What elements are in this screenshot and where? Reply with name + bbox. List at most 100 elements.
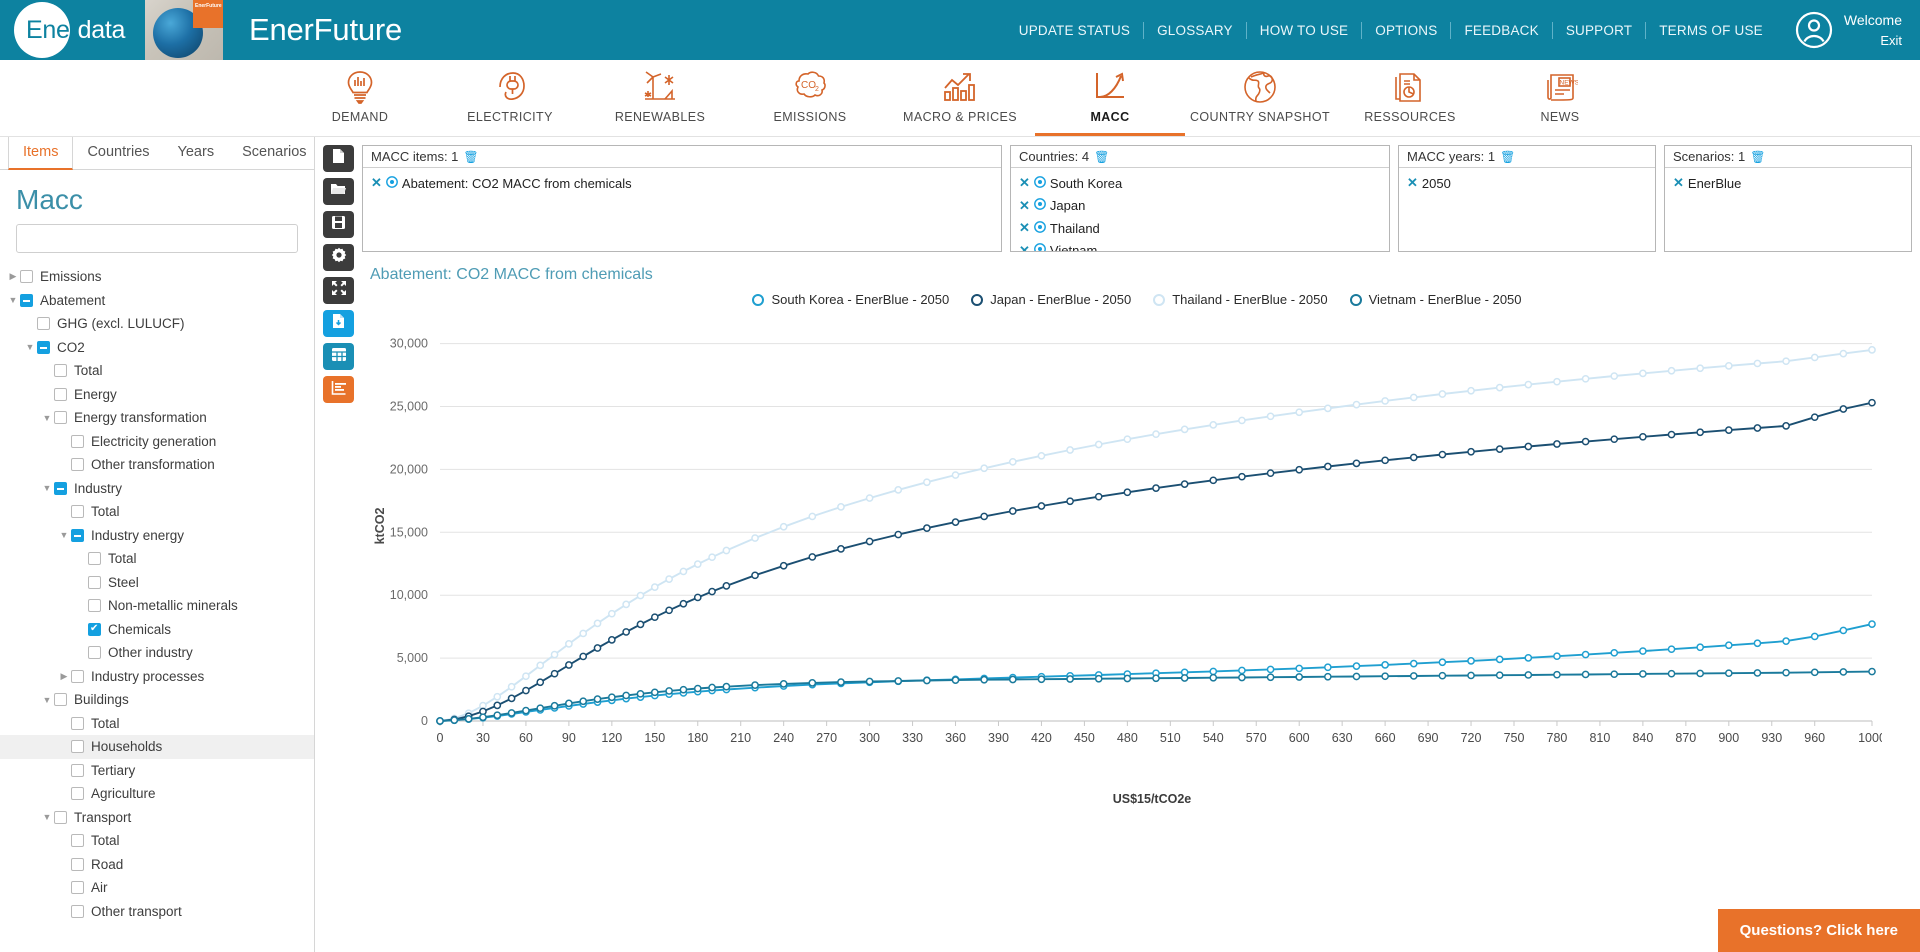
user-account-area[interactable]: Welcome Exit [1794,10,1902,51]
tree-checkbox[interactable] [20,293,33,307]
user-avatar-icon[interactable] [1794,10,1834,50]
gear-button[interactable] [323,244,354,271]
visibility-eye-icon[interactable] [386,175,398,191]
tree-checkbox[interactable] [37,317,50,331]
tree-item-buildings[interactable]: ▼ Buildings [0,688,314,712]
tree-item-road[interactable]: ▶Road [0,853,314,877]
nav-tab-country-snapshot[interactable]: COUNTRY SNAPSHOT [1185,59,1335,136]
tree-item-households[interactable]: ▶Households [0,735,314,759]
tree-item-non-metallic-minerals[interactable]: ▶Non-metallic minerals [0,594,314,618]
remove-x-icon[interactable]: ✕ [1407,175,1418,191]
remove-x-icon[interactable]: ✕ [371,175,382,191]
tree-item-other-industry[interactable]: ▶Other industry [0,641,314,665]
tree-item-other-transformation[interactable]: ▶Other transformation [0,453,314,477]
tree-checkbox[interactable] [54,693,67,707]
tree-checkbox[interactable] [71,434,84,448]
trash-icon[interactable]: 🗑 [463,150,478,164]
save-disk-button[interactable] [323,211,354,238]
tree-item-total[interactable]: ▶Total [0,359,314,383]
chevron-down-icon[interactable]: ▼ [23,342,37,352]
tree-checkbox[interactable] [37,340,50,354]
tree-item-co2[interactable]: ▼ CO2 [0,336,314,360]
nav-terms-of-use[interactable]: TERMS OF USE [1646,23,1776,38]
tree-checkbox[interactable] [71,881,84,895]
questions-help-button[interactable]: Questions? Click here [1717,909,1920,952]
tab-years[interactable]: Years [164,137,229,169]
remove-x-icon[interactable]: ✕ [1019,198,1030,214]
tab-scenarios[interactable]: Scenarios [228,137,314,169]
tree-checkbox[interactable] [54,810,67,824]
chevron-down-icon[interactable]: ▼ [40,483,54,493]
nav-tab-macc[interactable]: MACC [1035,59,1185,136]
chevron-down-icon[interactable]: ▼ [57,530,71,540]
legend-item[interactable]: Japan - EnerBlue - 2050 [971,292,1131,307]
tree-item-air[interactable]: ▶Air [0,876,314,900]
tree-checkbox[interactable] [54,411,67,425]
tree-checkbox[interactable] [71,787,84,801]
tree-checkbox[interactable] [54,481,67,495]
nav-tab-renewables[interactable]: RENEWABLES [585,59,735,136]
chevron-down-icon[interactable]: ▼ [40,695,54,705]
tab-countries[interactable]: Countries [73,137,163,169]
enerdata-logo[interactable]: Enerdata [0,0,145,60]
tree-item-energy[interactable]: ▶Energy [0,383,314,407]
remove-x-icon[interactable]: ✕ [1673,175,1684,191]
chevron-right-icon[interactable]: ▶ [6,271,20,282]
tree-checkbox[interactable] [71,528,84,542]
tree-item-total[interactable]: ▶Total [0,500,314,524]
legend-item[interactable]: South Korea - EnerBlue - 2050 [752,292,949,307]
tree-checkbox[interactable] [54,364,67,378]
tree-checkbox[interactable] [71,505,84,519]
visibility-eye-icon[interactable] [1034,220,1046,236]
tree-item-total[interactable]: ▶Total [0,712,314,736]
tree-item-tertiary[interactable]: ▶Tertiary [0,759,314,783]
tree-item-electricity-generation[interactable]: ▶Electricity generation [0,430,314,454]
export-file-button[interactable] [323,310,354,337]
tree-checkbox[interactable] [71,669,84,683]
trash-icon[interactable]: 🗑 [1500,150,1515,164]
tree-checkbox[interactable] [88,599,101,613]
fullscreen-button[interactable] [323,277,354,304]
search-input[interactable] [17,225,297,252]
tree-item-industry-energy[interactable]: ▼ Industry energy [0,524,314,548]
nav-tab-ressources[interactable]: RESSOURCES [1335,59,1485,136]
tree-item-emissions[interactable]: ▶ Emissions [0,265,314,289]
table-view-button[interactable] [323,343,354,370]
tree-checkbox[interactable] [54,387,67,401]
nav-support[interactable]: SUPPORT [1553,23,1645,38]
visibility-eye-icon[interactable] [1034,175,1046,191]
remove-x-icon[interactable]: ✕ [1019,220,1030,236]
tree-item-industry-processes[interactable]: ▶ Industry processes [0,665,314,689]
chevron-down-icon[interactable]: ▼ [40,812,54,822]
open-folder-button[interactable] [323,178,354,205]
tree-checkbox[interactable] [71,458,84,472]
trash-icon[interactable]: 🗑 [1094,150,1109,164]
tree-checkbox[interactable] [88,575,101,589]
exit-link[interactable]: Exit [1844,31,1902,51]
chevron-down-icon[interactable]: ▼ [6,295,20,305]
tree-item-energy-transformation[interactable]: ▼ Energy transformation [0,406,314,430]
tree-checkbox[interactable] [71,857,84,871]
visibility-eye-icon[interactable] [1034,198,1046,213]
tree-item-agriculture[interactable]: ▶Agriculture [0,782,314,806]
nav-feedback[interactable]: FEEDBACK [1451,23,1551,38]
tree-checkbox[interactable] [71,763,84,777]
nav-glossary[interactable]: GLOSSARY [1144,23,1246,38]
remove-x-icon[interactable]: ✕ [1019,243,1030,251]
tree-item-total[interactable]: ▶Total [0,547,314,571]
sidebar-search-box[interactable] [16,224,298,253]
nav-options[interactable]: OPTIONS [1362,23,1450,38]
tree-item-other-transport[interactable]: ▶Other transport [0,900,314,924]
remove-x-icon[interactable]: ✕ [1019,175,1030,191]
legend-item[interactable]: Thailand - EnerBlue - 2050 [1153,292,1328,307]
tree-item-abatement[interactable]: ▼ Abatement [0,289,314,313]
nav-tab-macro-prices[interactable]: MACRO & PRICES [885,59,1035,136]
tree-checkbox[interactable] [88,552,101,566]
nav-update-status[interactable]: UPDATE STATUS [1006,23,1143,38]
visibility-eye-icon[interactable] [1034,243,1046,251]
nav-how-to-use[interactable]: HOW TO USE [1247,23,1362,38]
chevron-right-icon[interactable]: ▶ [57,671,71,682]
tree-checkbox[interactable] [88,646,101,660]
tree-item-ghg-excl-lulucf[interactable]: ▶GHG (excl. LULUCF) [0,312,314,336]
nav-tab-electricity[interactable]: ELECTRICITY [435,59,585,136]
